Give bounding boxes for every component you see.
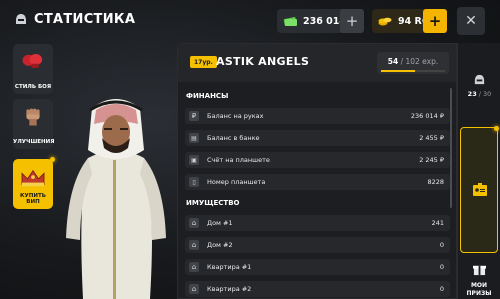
row-label: Дом #1 xyxy=(207,219,233,227)
row-label: Баланс в банке xyxy=(207,134,260,142)
sidebar-item-label: КУПИТЬ ВИП xyxy=(20,193,46,205)
finance-row-tablet-account: ▣ Счёт на планшете 2 245 ₽ xyxy=(185,152,450,168)
my-prizes-tab[interactable]: МОИ ПРИЗЫ xyxy=(458,255,500,299)
sidebar-item-fight-style[interactable]: СТИЛЬ БОЯ xyxy=(13,44,53,94)
header-bar: СТАТИСТИКА 236 014 ₽ + 94 RC + ✕ xyxy=(0,0,500,40)
id-card-icon xyxy=(473,183,487,196)
character-avatar xyxy=(66,99,166,299)
property-row-house-1[interactable]: ⌂ Дом #1 241 xyxy=(185,215,450,231)
player-name: ASTIK ANGELS xyxy=(216,55,310,68)
row-label: Счёт на планшете xyxy=(207,156,270,164)
fist-icon xyxy=(26,108,40,126)
right-panel: 23 / 30 МОИ ПРИЗЫ xyxy=(457,43,500,299)
row-value: 0 xyxy=(439,241,444,249)
my-prizes-label-line1: МОИ xyxy=(470,282,488,289)
sidebar-item-label: УЛУЧШЕНИЯ xyxy=(13,139,55,145)
finance-row-bank: ▤ Баланс в банке 2 455 ₽ xyxy=(185,130,450,146)
tasks-count-current: 23 xyxy=(467,90,477,98)
xp-text: 54 / 102 exp. xyxy=(377,57,449,66)
finance-row-tablet-number: ▯ Номер планшета 8228 xyxy=(185,174,450,190)
stats-helmet-icon xyxy=(16,14,26,24)
helmet-icon xyxy=(474,74,485,85)
tasks-tab[interactable]: 23 / 30 xyxy=(458,43,500,105)
xp-progress: 54 / 102 exp. xyxy=(377,52,449,74)
finances-heading: ФИНАНСЫ xyxy=(186,92,229,100)
row-value: 0 xyxy=(439,263,444,271)
cash-icon xyxy=(283,17,297,26)
row-value: 8228 xyxy=(427,178,444,186)
xp-current: 54 xyxy=(387,57,399,66)
sidebar-item-upgrades[interactable]: УЛУЧШЕНИЯ xyxy=(13,99,55,149)
xp-bar xyxy=(381,70,445,72)
id-card-tab[interactable] xyxy=(460,126,499,253)
tasks-count: 23 / 30 xyxy=(458,90,500,98)
level-badge: 17ур. xyxy=(190,56,217,68)
row-value: 2 245 ₽ xyxy=(419,156,444,164)
property-row-apartment-1[interactable]: ⌂ Квартира #1 0 xyxy=(185,259,450,275)
row-value: 0 xyxy=(439,285,444,293)
house-icon: ⌂ xyxy=(189,262,199,272)
row-label: Номер планшета xyxy=(207,178,266,186)
property-heading: ИМУЩЕСТВО xyxy=(186,199,240,207)
row-label: Дом #2 xyxy=(207,241,233,249)
house-icon: ⌂ xyxy=(189,218,199,228)
row-label: Баланс на руках xyxy=(207,112,264,120)
scrollbar[interactable] xyxy=(450,88,452,208)
boxing-gloves-icon xyxy=(22,54,43,68)
xp-bar-fill xyxy=(381,70,415,72)
property-row-apartment-2[interactable]: ⌂ Квартира #2 0 xyxy=(185,281,450,297)
house-icon: ⌂ xyxy=(189,240,199,250)
sidebar-item-buy-vip[interactable]: КУПИТЬ ВИП xyxy=(13,157,55,209)
stats-panel: 17ур. ASTIK ANGELS 54 / 102 exp. ФИНАНСЫ… xyxy=(177,43,457,299)
notification-dot xyxy=(494,126,499,131)
add-rc-button[interactable]: + xyxy=(423,9,447,33)
row-label: Квартира #1 xyxy=(207,263,252,271)
ruble-icon: ₽ xyxy=(189,111,199,121)
row-label: Квартира #2 xyxy=(207,285,252,293)
add-cash-button[interactable]: + xyxy=(340,9,364,33)
tablet-icon: ▯ xyxy=(189,177,199,187)
gift-icon xyxy=(473,265,486,276)
property-row-house-2[interactable]: ⌂ Дом #2 0 xyxy=(185,237,450,253)
house-icon: ⌂ xyxy=(189,284,199,294)
my-prizes-label-line2: ПРИЗЫ xyxy=(466,290,492,297)
tasks-count-total: / 30 xyxy=(476,90,492,98)
coins-icon xyxy=(378,17,392,26)
wallet-icon: ▣ xyxy=(189,155,199,165)
bank-icon: ▤ xyxy=(189,133,199,143)
xp-total: / 102 exp. xyxy=(398,57,439,66)
finance-row-cash: ₽ Баланс на руках 236 014 ₽ xyxy=(185,108,450,124)
page-title: СТАТИСТИКА xyxy=(34,12,136,27)
sidebar-item-label: СТИЛЬ БОЯ xyxy=(14,84,52,90)
my-prizes-label: МОИ ПРИЗЫ xyxy=(458,282,500,298)
row-value: 236 014 ₽ xyxy=(410,112,444,120)
notification-dot xyxy=(50,157,55,162)
row-value: 241 xyxy=(431,219,444,227)
crown-icon xyxy=(21,169,45,187)
row-value: 2 455 ₽ xyxy=(419,134,444,142)
close-button[interactable]: ✕ xyxy=(457,7,485,35)
profile-header: 17ур. ASTIK ANGELS 54 / 102 exp. xyxy=(178,44,456,82)
